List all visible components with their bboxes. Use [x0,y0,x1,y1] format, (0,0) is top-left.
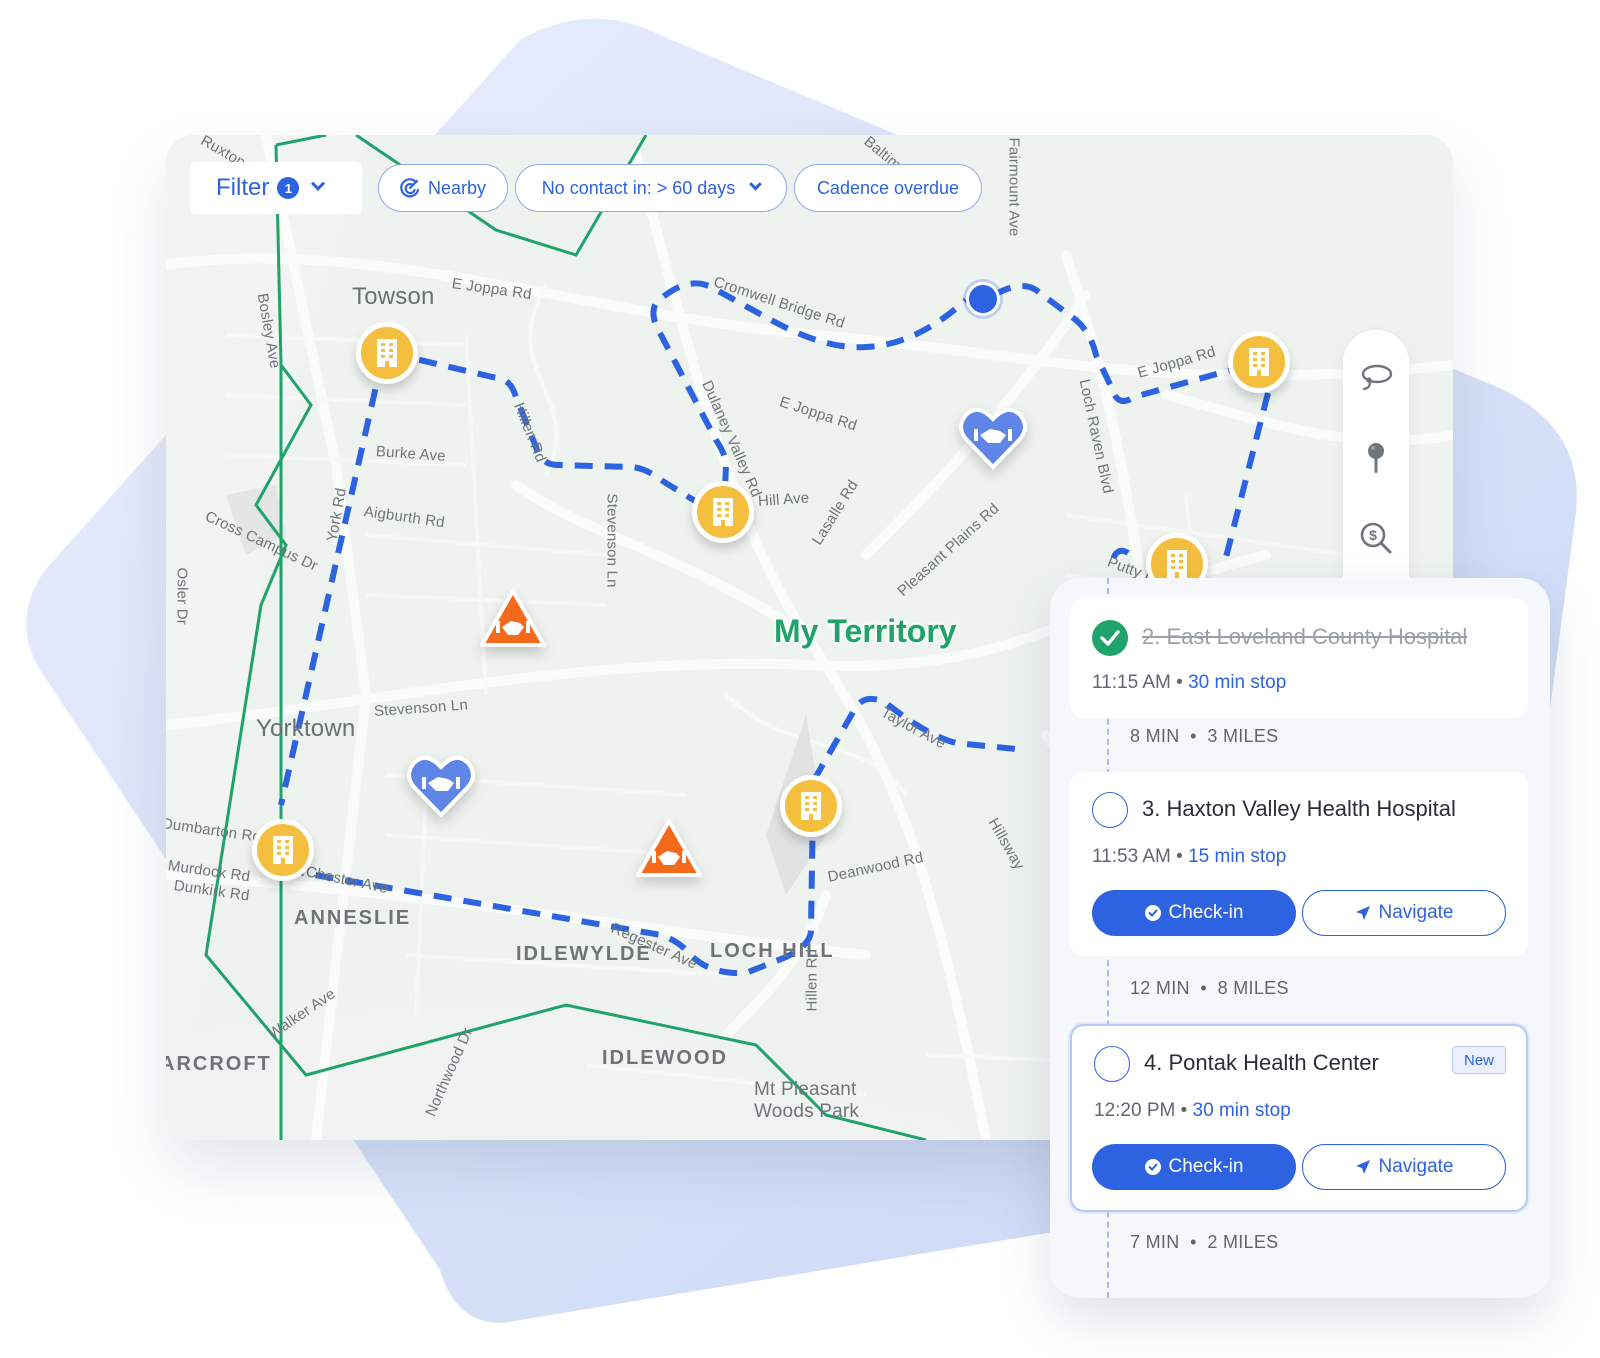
navigate-label: Navigate [1378,902,1454,923]
check-in-button[interactable]: Check-in [1092,1144,1296,1190]
account-marker[interactable] [252,819,314,881]
stop-meta: 11:53 AM • 15 min stop [1092,846,1286,868]
current-location-dot [966,282,1000,316]
stop-title: 2. East Loveland County Hospital [1142,624,1468,649]
route-leg: 8 MIN • 3 MILES [1130,726,1279,746]
leg-distance: 3 MILES [1207,726,1279,746]
chip-label: Cadence overdue [816,177,960,198]
pin-tool-button[interactable] [1356,438,1396,478]
svg-text:$: $ [1369,527,1377,543]
filter-button[interactable]: Filter 1 [190,162,362,214]
stop-duration: 30 min stop [1188,672,1287,693]
check-in-label: Check-in [1168,902,1244,923]
route-panel: 2. East Loveland County Hospital 11:15 A… [1050,578,1550,1298]
map-street-label: Fairmount Ave [1005,137,1023,237]
chip-no-contact[interactable]: No contact in: > 60 days [515,164,787,212]
navigate-arrow-icon [1355,1160,1370,1174]
filter-label: Filter [216,174,270,201]
leg-distance: 2 MILES [1207,1232,1279,1252]
triangle-handshake-icon [636,819,702,877]
lasso-icon [1361,364,1393,391]
stop-duration: 30 min stop [1192,1100,1291,1121]
map-street-label: Mt Pleasant [754,1079,857,1100]
new-badge: New [1452,1046,1506,1074]
stop-checkbox[interactable] [1092,792,1128,828]
navigate-button[interactable]: Navigate [1302,890,1506,936]
at-risk-marker[interactable] [634,817,704,883]
navigate-arrow-icon [1355,906,1370,920]
dollar-search-tool-button[interactable]: $ [1356,518,1396,558]
pin-icon [1368,443,1384,473]
route-stop-card[interactable]: 4. Pontak Health Center New 12:20 PM • 3… [1070,1024,1528,1212]
chip-nearby[interactable]: Nearby [378,164,508,212]
chip-label: Nearby [427,177,487,198]
nearby-radar-icon [400,178,420,198]
map-town-label: Yorktown [256,715,356,742]
map-town-label: Towson [352,283,435,310]
map-area-label: IDLEWOOD [602,1047,728,1069]
building-icon [377,339,397,367]
stop-title: 4. Pontak Health Center [1144,1050,1379,1075]
chevron-down-icon [749,177,763,191]
check-circle-icon [1144,1159,1161,1175]
stop-time: 12:20 PM [1094,1100,1176,1121]
stop-checkbox[interactable] [1094,1046,1130,1082]
map-area-label: ANNESLIE [294,907,412,929]
check-in-label: Check-in [1168,1156,1244,1177]
leg-time: 12 MIN [1130,978,1190,998]
relationship-marker[interactable] [958,405,1028,471]
leg-time: 7 MIN [1130,1232,1180,1252]
account-marker[interactable] [780,775,842,837]
stop-meta: 12:20 PM • 30 min stop [1094,1100,1291,1122]
chip-label: No contact in: > 60 days [541,177,736,198]
account-marker[interactable] [356,322,418,384]
building-icon [801,792,821,820]
heart-handshake-icon [959,407,1027,470]
dollar-search-icon: $ [1360,522,1392,554]
map-area-label: ARCROFT [166,1053,272,1075]
chevron-down-icon [311,176,326,191]
triangle-handshake-icon [480,589,546,647]
building-icon [713,498,733,526]
lasso-tool-button[interactable] [1356,358,1396,398]
meta-separator: • [1176,672,1183,693]
stop-title: 3. Haxton Valley Health Hospital [1142,796,1456,821]
stop-meta: 11:15 AM • 30 min stop [1092,672,1286,694]
building-icon [1167,550,1187,578]
meta-separator: • [1180,1100,1188,1121]
stop-duration: 15 min stop [1188,846,1287,867]
meta-separator: • [1176,846,1183,867]
map-street-label: Woods Park [754,1101,860,1122]
check-in-button[interactable]: Check-in [1092,890,1296,936]
navigate-label: Navigate [1378,1156,1454,1177]
map-street-label: Stevenson Ln [603,493,621,588]
stop-time: 11:53 AM [1092,846,1171,867]
map-area-label: IDLEWYLDE [516,943,652,965]
relationship-marker[interactable] [406,753,476,819]
route-leg: 7 MIN • 2 MILES [1130,1232,1279,1252]
filter-count-badge: 1 [277,177,300,199]
leg-distance: 8 MILES [1217,978,1289,998]
stop-time: 11:15 AM [1092,672,1171,693]
account-marker[interactable] [1228,331,1290,393]
navigate-button[interactable]: Navigate [1302,1144,1506,1190]
completed-check-icon[interactable] [1092,620,1128,656]
building-icon [1249,348,1269,376]
territory-label: My Territory [774,613,957,649]
at-risk-marker[interactable] [478,587,548,653]
heart-handshake-icon [407,755,475,818]
map-street-label: Hill Ave [757,489,810,510]
route-stop-card[interactable]: 2. East Loveland County Hospital 11:15 A… [1070,598,1528,718]
account-marker[interactable] [692,481,754,543]
map-street-label: Osler Dr [173,567,191,625]
check-circle-icon [1144,905,1161,921]
chip-cadence-overdue[interactable]: Cadence overdue [794,164,982,212]
route-stop-card[interactable]: 3. Haxton Valley Health Hospital 11:53 A… [1070,772,1528,956]
route-leg: 12 MIN • 8 MILES [1130,978,1289,998]
building-icon [273,836,293,864]
map-street-label: Hillen Rd [803,948,821,1012]
leg-time: 8 MIN [1130,726,1180,746]
